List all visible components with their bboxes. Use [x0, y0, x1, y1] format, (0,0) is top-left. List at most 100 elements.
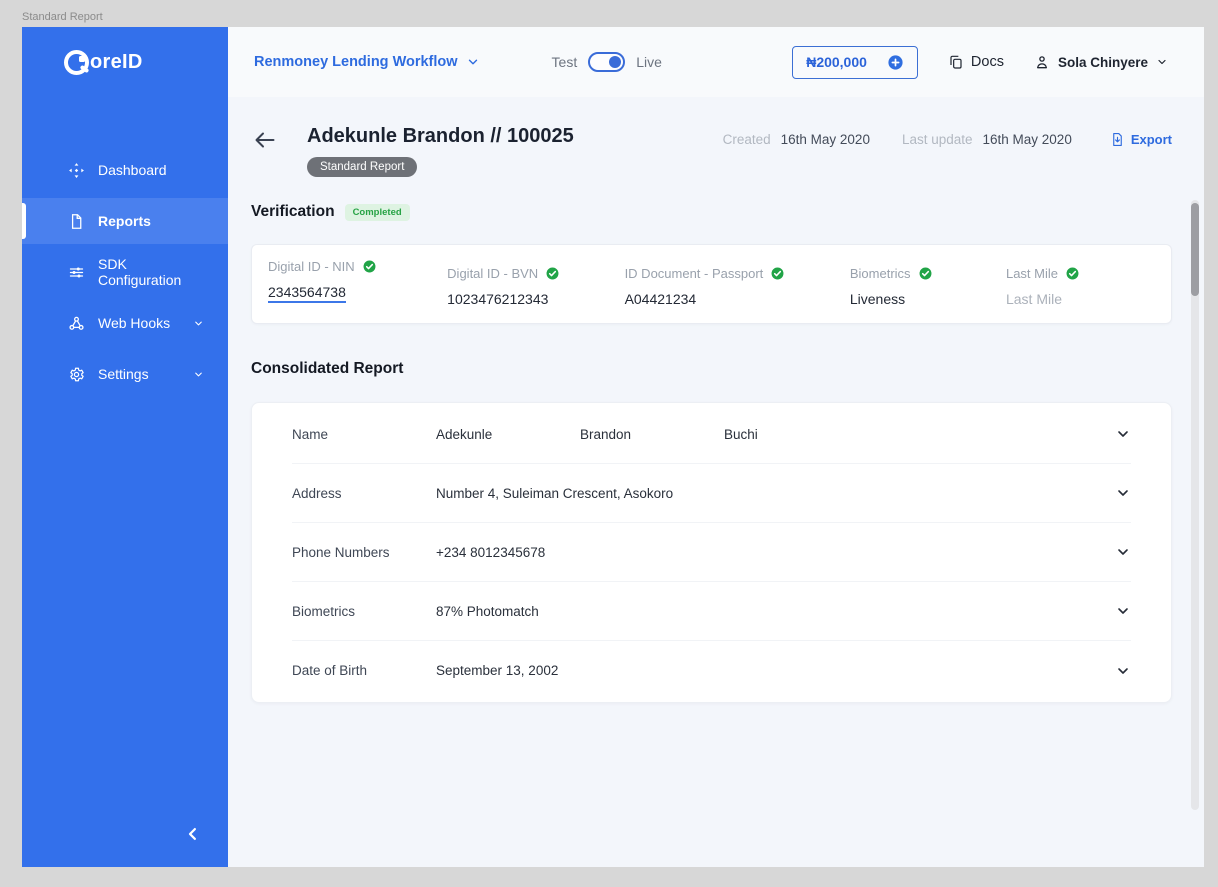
topbar: Renmoney Lending Workflow Test Live ₦200…: [228, 27, 1204, 97]
live-label: Live: [636, 54, 662, 70]
chevron-down-icon: [193, 369, 204, 380]
verification-item-last-mile: Last Mile Last Mile: [1006, 259, 1155, 307]
workflow-label: Renmoney Lending Workflow: [254, 54, 458, 70]
report-row-label: Biometrics: [292, 603, 356, 619]
report-row-date-of-birth[interactable]: Date of Birth September 13, 2002: [292, 641, 1131, 700]
chevron-down-icon[interactable]: [1115, 485, 1131, 501]
chevron-down-icon[interactable]: [1115, 663, 1131, 679]
report-card: Name Adekunle Brandon Buchi Address Number 4,…: [251, 402, 1172, 703]
report-type-badge: Standard Report: [307, 157, 418, 177]
sidebar-item-label: Web Hooks: [98, 315, 171, 331]
sidebar-item-sdk-configuration[interactable]: SDK Configuration: [22, 249, 228, 295]
reports-icon: [68, 213, 85, 230]
scrollbar-thumb[interactable]: [1191, 203, 1199, 296]
verification-item-value: 1023476212343: [447, 291, 549, 307]
wallet-balance-amount: ₦200,000: [806, 54, 867, 70]
check-circle-icon: [919, 267, 932, 280]
sdk-configuration-icon: [68, 264, 85, 281]
frame-title: Standard Report: [22, 11, 103, 23]
environment-switch: Test Live: [552, 52, 662, 72]
wallet-balance-button[interactable]: ₦200,000: [792, 45, 918, 79]
verification-heading: Verification: [251, 203, 335, 220]
docs-icon: [948, 54, 964, 70]
report-row-address[interactable]: Address Number 4, Suleiman Crescent, Asok…: [292, 464, 1131, 523]
sidebar-item-label: Reports: [98, 213, 151, 229]
report-row-value: September 13, 2002: [436, 663, 559, 678]
page-header: Adekunle Brandon // 100025 Standard Repo…: [251, 125, 1172, 177]
check-circle-icon: [546, 267, 559, 280]
plus-circle-icon[interactable]: [887, 54, 904, 71]
last-update-value: 16th May 2020: [982, 132, 1072, 147]
export-label: Export: [1130, 132, 1172, 147]
verification-card: Digital ID - NIN 2343564738 Digital ID - B…: [251, 244, 1172, 324]
created-label: Created: [722, 132, 771, 147]
dashboard-icon: [68, 162, 85, 179]
check-circle-icon: [1066, 267, 1079, 280]
docs-link[interactable]: Docs: [948, 54, 1004, 70]
verification-section: Verification Completed Digital ID - NIN 2…: [251, 203, 1172, 324]
report-row-label: Phone Numbers: [292, 544, 390, 560]
toggle-knob: [609, 56, 622, 68]
qoreid-logo: oreID: [22, 27, 228, 97]
verification-item-value[interactable]: 2343564738: [268, 284, 346, 303]
test-label: Test: [551, 54, 578, 70]
scrollbar[interactable]: [1191, 200, 1199, 810]
sidebar-item-reports[interactable]: Reports: [22, 198, 228, 244]
qoreid-logo-text: oreID: [90, 50, 143, 73]
report-meta: Created 16th May 2020 Last update 16th M…: [723, 132, 1172, 147]
sidebar-item-dashboard[interactable]: Dashboard: [22, 147, 228, 193]
env-toggle[interactable]: [588, 52, 626, 72]
verification-item-label: Biometrics: [849, 266, 911, 281]
chevron-left-icon[interactable]: [184, 825, 202, 843]
verification-item-value: Last Mile: [1005, 291, 1062, 307]
report-row-label: Date of Birth: [292, 663, 368, 678]
app-window: oreID Dashboard Reports SDK Configuration W…: [22, 27, 1204, 867]
verification-item-label: ID Document - Passport: [624, 266, 764, 281]
chevron-down-icon: [466, 55, 480, 69]
chevron-down-icon[interactable]: [1115, 544, 1131, 560]
report-row-value: 87% Photomatch: [436, 603, 539, 619]
settings-icon: [68, 366, 85, 383]
sidebar-nav: Dashboard Reports SDK Configuration Web Hoo…: [22, 147, 228, 402]
report-row-value: Brandon: [580, 426, 632, 442]
verification-item-digital-id-nin: Digital ID - NIN 2343564738: [268, 259, 447, 307]
export-file-icon: [1110, 132, 1125, 147]
verification-item-value: Liveness: [849, 291, 906, 307]
chevron-down-icon[interactable]: [1115, 603, 1131, 619]
check-circle-icon: [771, 267, 784, 280]
user-name: Sola Chinyere: [1057, 54, 1148, 70]
qoreid-logo-q-icon: [64, 49, 89, 75]
report-row-name[interactable]: Name Adekunle Brandon Buchi: [292, 405, 1131, 464]
sidebar-item-label: Settings: [98, 366, 149, 382]
back-button[interactable]: [251, 128, 279, 152]
verification-item-id-document-passport: ID Document - Passport A04421234: [625, 259, 850, 307]
verification-item-digital-id-bvn: Digital ID - BVN 1023476212343: [447, 259, 624, 307]
report-row-value: Buchi: [724, 426, 758, 442]
report-row-phone-numbers[interactable]: Phone Numbers +234 8012345678: [292, 523, 1131, 582]
verification-item-label: Digital ID - BVN: [447, 266, 539, 281]
export-button[interactable]: Export: [1110, 132, 1172, 147]
consolidated-report-section: Consolidated Report Name Adekunle Brandon B…: [251, 360, 1172, 703]
verification-item-label: Last Mile: [1005, 266, 1058, 281]
docs-label: Docs: [970, 54, 1004, 70]
sidebar-item-web-hooks[interactable]: Web Hooks: [22, 300, 228, 346]
main-area: Renmoney Lending Workflow Test Live ₦200…: [228, 27, 1204, 867]
user-menu[interactable]: Sola Chinyere: [1034, 54, 1168, 70]
report-row-value: Adekunle: [436, 426, 493, 442]
chevron-down-icon: [1156, 56, 1168, 68]
report-row-biometrics[interactable]: Biometrics 87% Photomatch: [292, 582, 1131, 641]
last-update-label: Last update: [901, 132, 973, 147]
verification-item-value: A04421234: [624, 291, 697, 307]
workflow-selector[interactable]: Renmoney Lending Workflow: [254, 54, 480, 70]
chevron-down-icon: [193, 318, 204, 329]
check-circle-icon: [363, 260, 376, 273]
report-row-label: Address: [292, 485, 342, 501]
consolidated-report-heading: Consolidated Report: [251, 360, 404, 377]
sidebar-item-label: Dashboard: [98, 162, 167, 178]
verification-item-label: Digital ID - NIN: [268, 259, 355, 274]
sidebar-item-label: SDK Configuration: [98, 256, 182, 288]
topbar-right: ₦200,000 Docs Sola Chinyere: [792, 45, 1168, 79]
chevron-down-icon[interactable]: [1115, 426, 1131, 442]
sidebar: oreID Dashboard Reports SDK Configuration W…: [22, 27, 228, 867]
sidebar-item-settings[interactable]: Settings: [22, 351, 228, 397]
